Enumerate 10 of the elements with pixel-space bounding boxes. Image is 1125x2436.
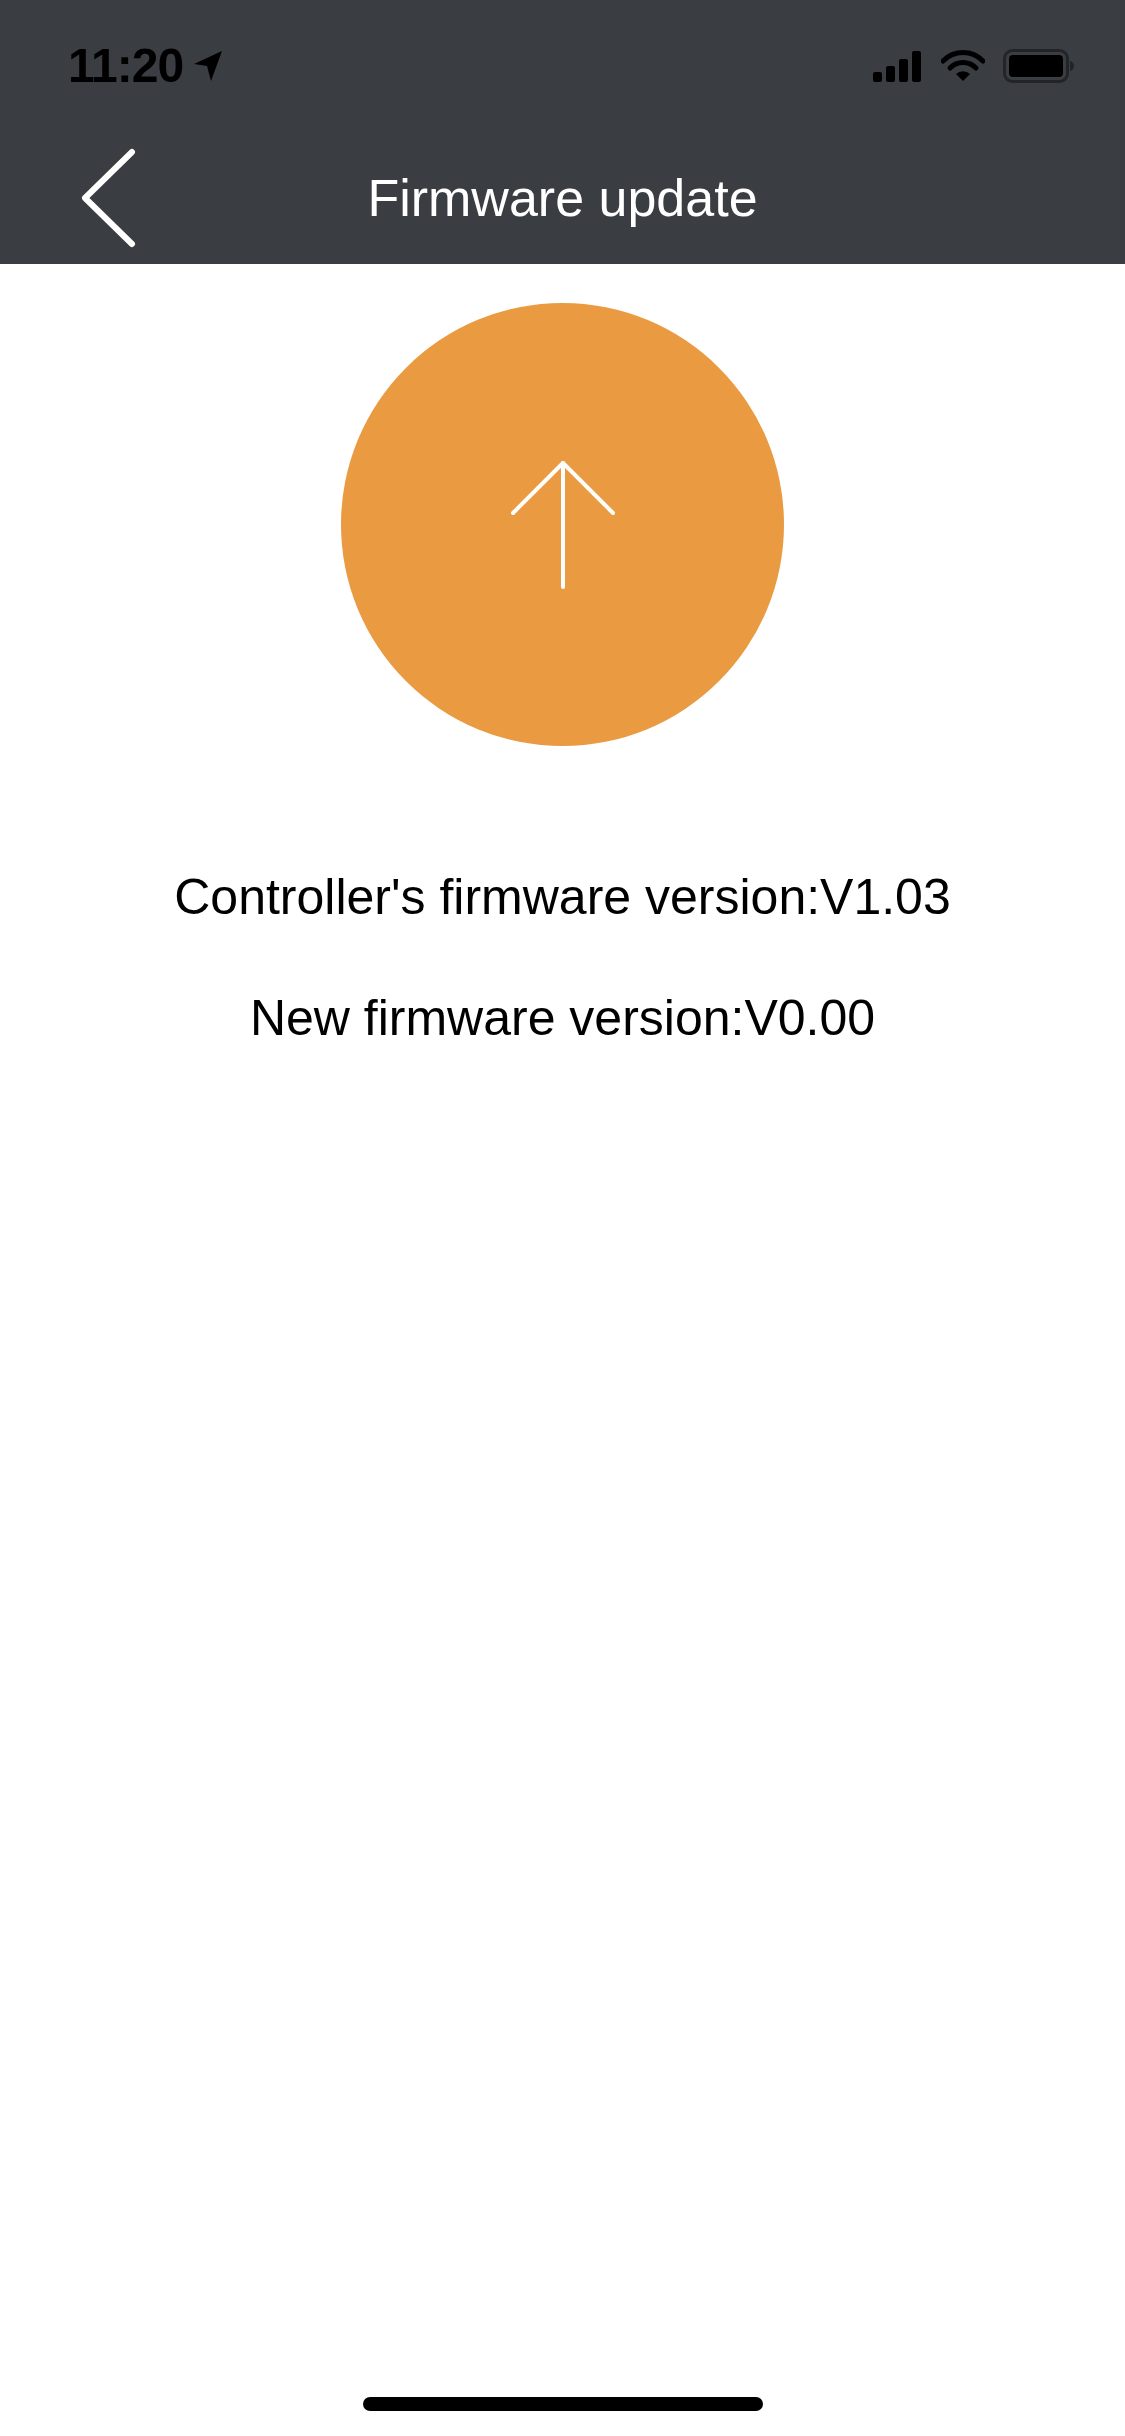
wifi-icon [941,50,985,82]
signal-icon [873,50,923,82]
back-button[interactable] [80,148,136,248]
firmware-version-text: New firmware version:V0.00 [249,989,876,1048]
location-arrow-icon [193,50,224,82]
screen-title: Firmware update [367,167,758,229]
firmware-version-text: Controller's firmware version:V1.03 [174,868,951,927]
status-time: 11:20 [68,38,184,95]
chevron-left-icon [80,148,136,248]
battery-icon [1003,49,1075,83]
